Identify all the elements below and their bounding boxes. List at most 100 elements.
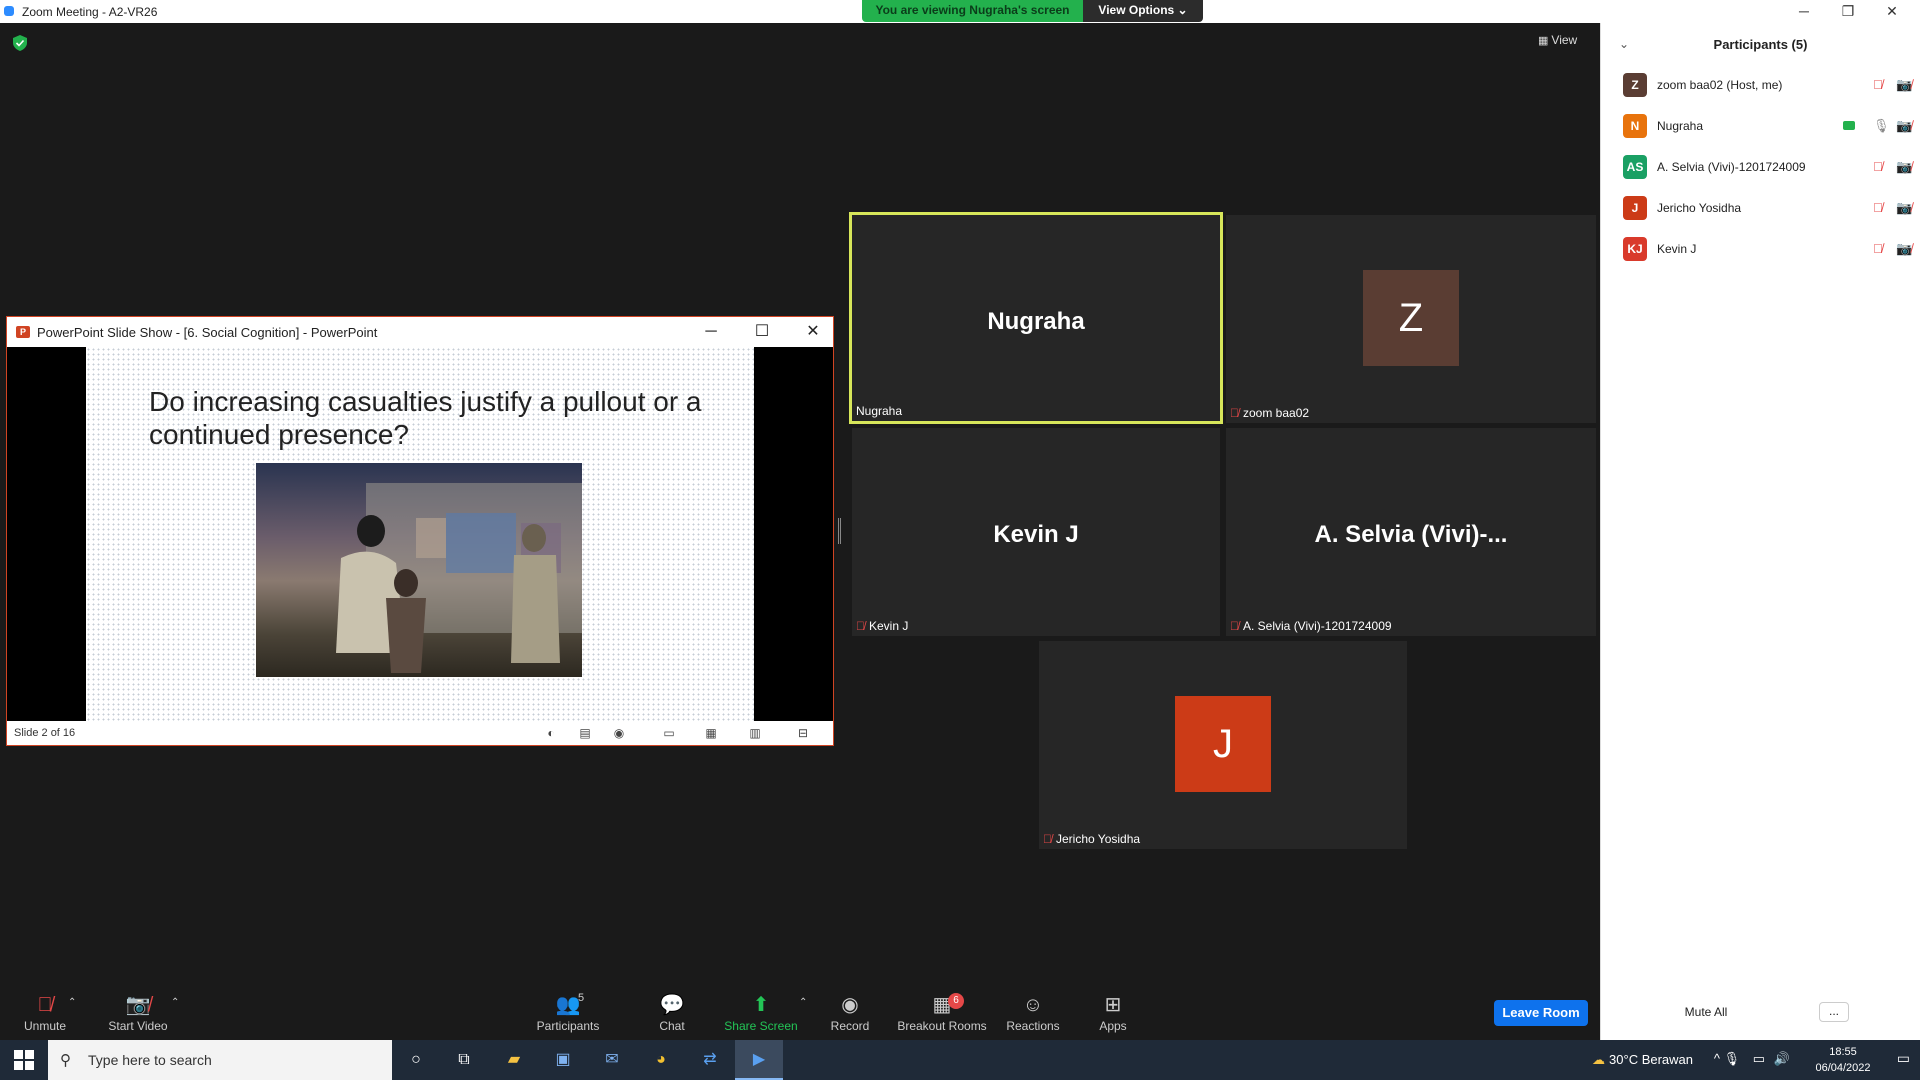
participant-row[interactable]: Zzoom baa02 (Host, me) 🎙̸ 📷̸ <box>1623 73 1913 99</box>
ppt-minimize-button[interactable]: ─ <box>700 321 722 343</box>
mic-icon[interactable]: 🎙 <box>1873 118 1890 134</box>
video-off-icon[interactable]: 📷̸ <box>1896 118 1912 134</box>
window-title: Zoom Meeting - A2-VR26 <box>22 5 158 19</box>
apps-button[interactable]: ⊞ Apps <box>1063 993 1163 1033</box>
participants-count: 5 <box>578 992 585 1004</box>
video-tile-jericho[interactable]: J 🎙̸ Jericho Yosidha <box>1039 641 1407 849</box>
mic-muted-icon[interactable]: 🎙̸ <box>1873 77 1883 92</box>
video-tile-nugraha[interactable]: Nugraha Nugraha <box>849 212 1223 424</box>
participant-avatar: J <box>1623 196 1647 220</box>
view-options-button[interactable]: View Options ⌄ <box>1083 0 1203 22</box>
mail-icon[interactable]: ✉ <box>588 1040 636 1080</box>
teamviewer-icon[interactable]: ⇄ <box>686 1040 734 1080</box>
zoom-taskbar-icon[interactable]: ▶ <box>735 1040 783 1080</box>
slide-photo <box>256 463 582 677</box>
record-icon: ◉ <box>841 994 859 1016</box>
video-tile-selvia[interactable]: A. Selvia (Vivi)-... 🎙̸ A. Selvia (Vivi)-… <box>1226 428 1596 636</box>
weather-widget[interactable]: ☁ 30°C Berawan <box>1592 1052 1693 1068</box>
notifications-icon[interactable]: ▭ <box>1897 1050 1910 1067</box>
slideshow-statusbar: Slide 2 of 16 ◐ ▤ ◉ ▭ ▦ ▥ ⊟ <box>7 721 833 745</box>
mute-all-button[interactable]: Mute All <box>1676 1005 1736 1019</box>
unmute-button[interactable]: 🎙̸ Unmute ⌃ <box>0 993 95 1033</box>
participant-name: A. Selvia (Vivi)-1201724009 <box>1657 160 1806 174</box>
more-options-button[interactable]: ... <box>1819 1002 1849 1022</box>
normal-view-icon[interactable]: ▤ <box>577 725 593 741</box>
audio-options-caret-icon[interactable]: ⌃ <box>68 997 76 1008</box>
reading-view-icon[interactable]: ▥ <box>747 725 763 741</box>
participant-name: zoom baa02 (Host, me) <box>1657 78 1783 92</box>
tile-label: 🎙̸ A. Selvia (Vivi)-1201724009 <box>1230 619 1392 633</box>
mic-muted-icon[interactable]: 🎙̸ <box>1873 200 1883 215</box>
participants-button[interactable]: 👥 5 Participants <box>518 992 618 1033</box>
grid-icon: ▦ <box>1538 35 1549 47</box>
share-screen-icon: ⬆ <box>752 994 770 1016</box>
mic-muted-icon: 🎙̸ <box>856 619 865 633</box>
volume-icon[interactable]: 🔊 <box>1774 1051 1790 1067</box>
participant-row[interactable]: AS A. Selvia (Vivi)-1201724009 🎙̸ 📷̸ <box>1623 155 1913 181</box>
tile-avatar: J <box>1175 696 1271 792</box>
leave-room-button[interactable]: Leave Room <box>1494 1000 1588 1026</box>
taskbar-search-box[interactable]: ⚲ Type here to search <box>48 1040 392 1080</box>
outline-view-icon[interactable]: ▭ <box>661 725 677 741</box>
ppt-close-button[interactable]: ✕ <box>802 321 824 343</box>
close-button[interactable]: ✕ <box>1870 0 1914 23</box>
participant-row[interactable]: N Nugraha 🎙 📷̸ <box>1623 114 1913 140</box>
mic-muted-icon[interactable]: 🎙̸ <box>1873 241 1883 256</box>
powerpoint-window[interactable]: P PowerPoint Slide Show - [6. Social Cog… <box>6 316 834 746</box>
clock-date: 06/04/2022 <box>1815 1062 1871 1074</box>
network-icon[interactable]: ▭ <box>1753 1051 1765 1067</box>
mic-muted-icon[interactable]: 🎙̸ <box>1873 159 1883 174</box>
start-video-button[interactable]: 📷̸ Start Video ⌃ <box>88 993 188 1033</box>
participant-avatar: KJ <box>1623 237 1647 261</box>
participant-row[interactable]: KJ Kevin J 🎙̸ 📷̸ <box>1623 237 1913 263</box>
view-button[interactable]: ▦ View <box>1538 33 1577 47</box>
meeting-toolbar: 🎙̸ Unmute ⌃ 📷̸ Start Video ⌃ 👥 5 Partici… <box>0 973 1600 1040</box>
video-tile-kevin-j[interactable]: Kevin J 🎙̸ Kevin J <box>852 428 1220 636</box>
slide-canvas[interactable]: Do increasing casualties justify a pullo… <box>86 347 754 723</box>
chat-button[interactable]: 💬 Chat <box>622 993 722 1033</box>
participant-avatar: N <box>1623 114 1647 138</box>
share-screen-button[interactable]: ⬆ Share Screen ⌃ <box>711 993 811 1033</box>
file-explorer-icon[interactable]: ▰ <box>490 1040 538 1080</box>
apps-icon: ⊞ <box>1104 994 1122 1016</box>
video-off-icon[interactable]: 📷̸ <box>1896 241 1912 257</box>
participant-name: Jericho Yosidha <box>1657 201 1742 215</box>
microphone-tray-icon[interactable]: 🎙 <box>1723 1051 1740 1067</box>
security-shield-icon[interactable] <box>13 35 27 51</box>
minimize-button[interactable]: ─ <box>1782 0 1826 23</box>
tile-label: 🎙̸ zoom baa02 <box>1230 406 1310 420</box>
video-off-icon[interactable]: 📷̸ <box>1896 159 1912 175</box>
powerpoint-titlebar: P PowerPoint Slide Show - [6. Social Cog… <box>7 317 833 347</box>
mic-muted-icon: 🎙̸ <box>1043 832 1052 846</box>
breakout-rooms-button[interactable]: ▦ 6 Breakout Rooms <box>892 993 992 1033</box>
breakout-rooms-icon: ▦ <box>932 994 952 1016</box>
tray-chevron-icon[interactable]: ^ <box>1714 1051 1720 1066</box>
microsoft-store-icon[interactable]: ▣ <box>539 1040 587 1080</box>
tile-avatar: Z <box>1363 270 1459 366</box>
task-view-icon[interactable]: ⧉ <box>440 1040 488 1080</box>
record-button[interactable]: ◉ Record <box>800 993 900 1033</box>
video-tile-zoom-baa02[interactable]: Z 🎙̸ zoom baa02 <box>1226 215 1596 423</box>
slide-sorter-icon[interactable]: ▦ <box>703 725 719 741</box>
restore-button[interactable]: ❐ <box>1826 0 1870 23</box>
notes-icon[interactable]: ◐ <box>543 725 559 741</box>
video-options-caret-icon[interactable]: ⌃ <box>171 997 179 1008</box>
powerpoint-icon: P <box>16 326 30 338</box>
cortana-icon[interactable]: ○ <box>392 1040 440 1080</box>
participants-panel: ⌄ Participants (5) Zzoom baa02 (Host, me… <box>1600 23 1920 1040</box>
powerpoint-title: PowerPoint Slide Show - [6. Social Cogni… <box>37 325 378 340</box>
video-off-icon[interactable]: 📷̸ <box>1896 77 1912 93</box>
tile-display-name: Nugraha <box>987 308 1085 335</box>
taskbar-clock[interactable]: 18:55 06/04/2022 <box>1811 1044 1875 1076</box>
tile-display-name: Kevin J <box>993 521 1079 548</box>
windows-start-icon[interactable] <box>14 1050 34 1070</box>
screen-sharing-icon <box>1843 121 1855 130</box>
pointer-icon[interactable]: ◉ <box>611 725 627 741</box>
chrome-icon[interactable]: ◕ <box>637 1040 685 1080</box>
participant-row[interactable]: J Jericho Yosidha 🎙̸ 📷̸ <box>1623 196 1913 222</box>
slideshow-icon[interactable]: ⊟ <box>795 725 811 741</box>
ppt-maximize-button[interactable]: ☐ <box>751 321 773 343</box>
search-icon: ⚲ <box>60 1052 71 1069</box>
video-off-icon[interactable]: 📷̸ <box>1896 200 1912 216</box>
split-resize-handle[interactable] <box>838 518 841 544</box>
